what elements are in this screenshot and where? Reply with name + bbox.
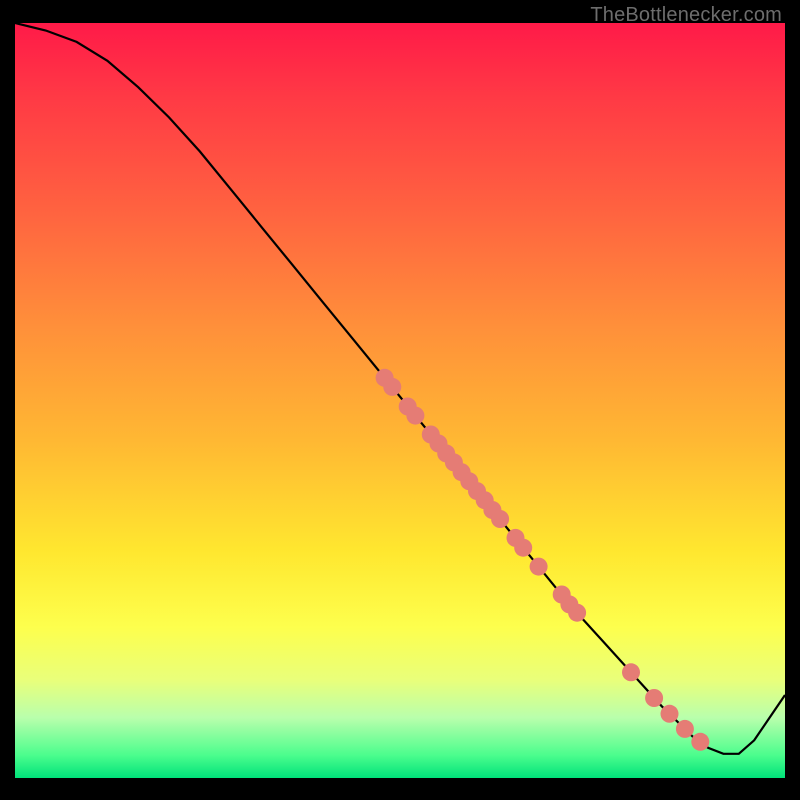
data-marker [568, 604, 586, 622]
marker-layer [376, 369, 710, 751]
data-marker [645, 689, 663, 707]
chart-svg [15, 23, 785, 778]
data-marker [530, 558, 548, 576]
data-marker [406, 407, 424, 425]
data-marker [383, 378, 401, 396]
data-marker [676, 720, 694, 738]
data-marker [622, 663, 640, 681]
data-marker [514, 539, 532, 557]
data-marker [491, 510, 509, 528]
data-marker [661, 705, 679, 723]
plot-area [15, 23, 785, 778]
data-marker [691, 733, 709, 751]
chart-frame: TheBottlenecker.com [0, 0, 800, 800]
